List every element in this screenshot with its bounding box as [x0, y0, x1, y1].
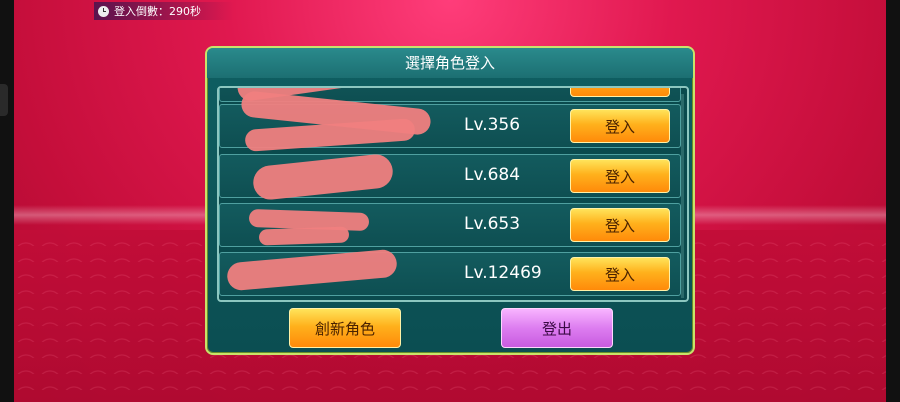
character-level: Lv.653 [464, 214, 521, 234]
character-level: Lv.684 [464, 165, 521, 185]
redaction-mark [258, 226, 350, 246]
side-handle[interactable] [0, 84, 8, 116]
login-countdown: 登入倒數：290秒 [94, 2, 234, 20]
character-level: Lv.356 [464, 115, 521, 135]
character-select-dialog: 選擇角色登入 Lv.356 登入 Lv.684 登入 Lv.653 登入 Lv.… [205, 46, 695, 355]
device-edge-left [0, 0, 14, 402]
create-character-button[interactable]: 創新角色 [289, 308, 401, 348]
login-button[interactable]: 登入 [570, 257, 670, 291]
character-list[interactable]: Lv.356 登入 Lv.684 登入 Lv.653 登入 Lv.12469 登… [217, 86, 689, 302]
countdown-text: 登入倒數：290秒 [114, 5, 201, 18]
login-button[interactable]: 登入 [570, 109, 670, 143]
device-edge-right [886, 0, 900, 402]
login-button-partial[interactable] [570, 88, 670, 97]
clock-icon [98, 5, 109, 17]
login-button[interactable]: 登入 [570, 208, 670, 242]
list-scrollbar[interactable] [681, 94, 684, 298]
login-button[interactable]: 登入 [570, 159, 670, 193]
logout-button[interactable]: 登出 [501, 308, 613, 348]
character-level: Lv.12469 [464, 263, 542, 283]
dialog-title: 選擇角色登入 [207, 48, 693, 78]
